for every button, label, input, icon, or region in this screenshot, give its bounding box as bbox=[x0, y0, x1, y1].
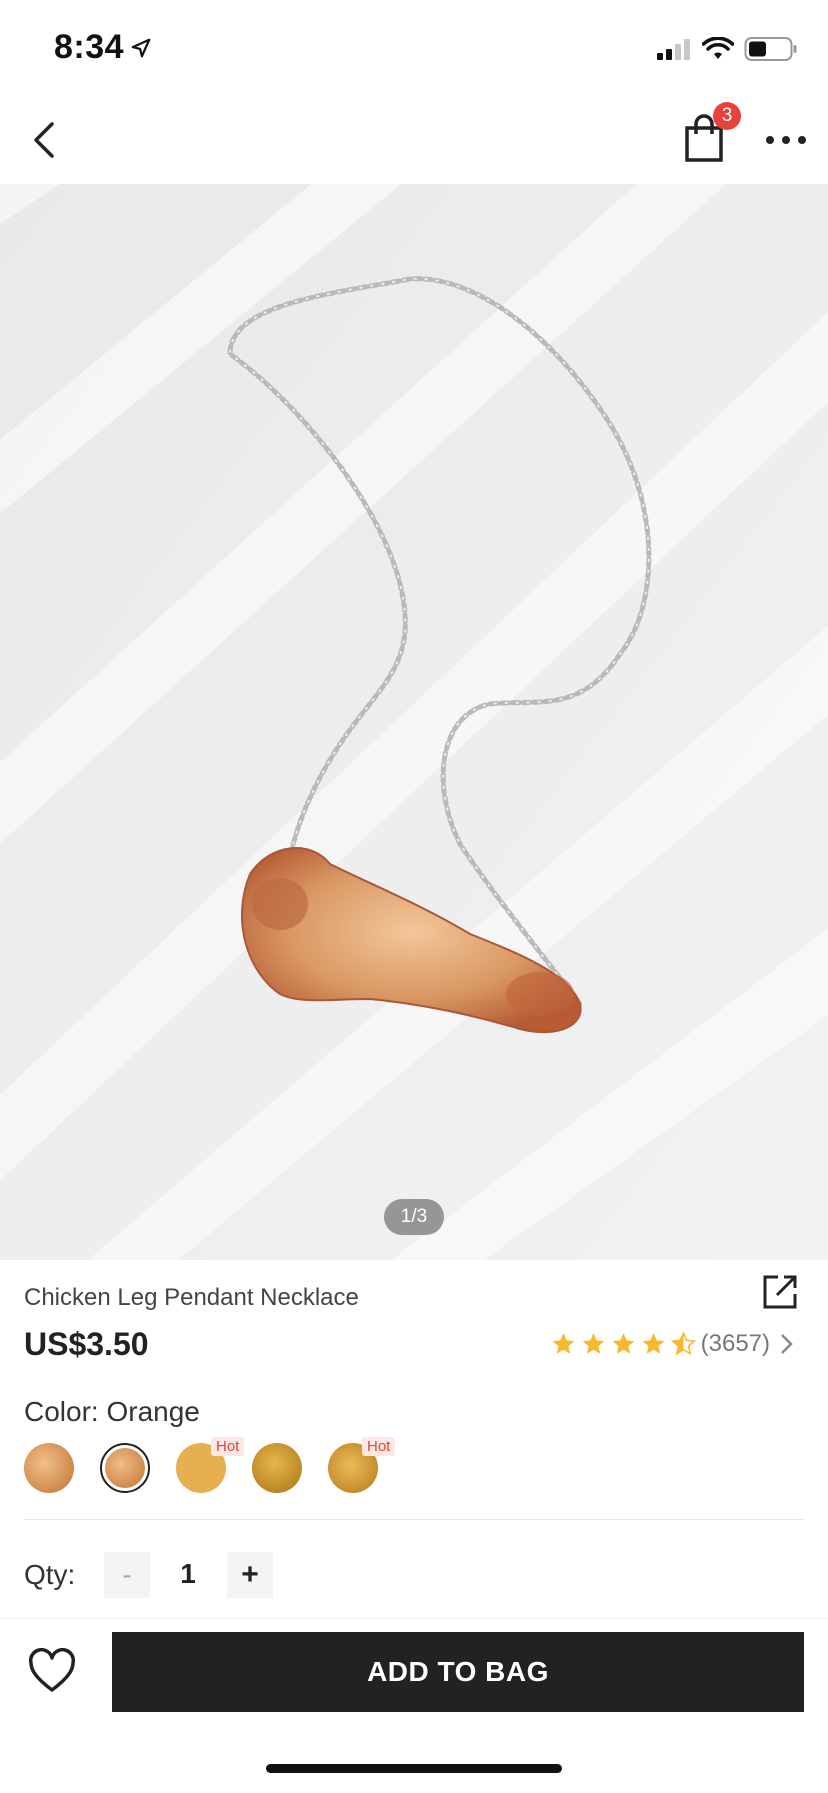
product-price: US$3.50 bbox=[24, 1326, 149, 1362]
star-icon bbox=[612, 1333, 634, 1354]
qty-value[interactable]: 1 bbox=[170, 1558, 206, 1590]
back-button[interactable] bbox=[24, 114, 64, 166]
status-time-text: 8:34 bbox=[54, 28, 125, 66]
image-pager: 1/3 bbox=[384, 1199, 444, 1235]
product-title: Chicken Leg Pendant Necklace bbox=[24, 1284, 359, 1311]
hot-badge: Hot bbox=[362, 1437, 396, 1456]
signal-icon bbox=[657, 39, 690, 60]
location-arrow-icon bbox=[131, 38, 151, 57]
color-swatch-1[interactable] bbox=[24, 1443, 74, 1493]
share-button[interactable] bbox=[760, 1272, 800, 1312]
wifi-icon bbox=[702, 37, 734, 59]
share-icon bbox=[763, 1275, 797, 1309]
qty-label: Qty: bbox=[24, 1559, 76, 1590]
review-count: (3657) bbox=[700, 1330, 770, 1357]
battery-icon bbox=[744, 37, 797, 61]
wishlist-button[interactable] bbox=[28, 1648, 76, 1696]
qty-increment-button[interactable]: + bbox=[227, 1552, 273, 1598]
color-swatch-4[interactable] bbox=[252, 1443, 302, 1493]
product-photo bbox=[0, 184, 828, 1260]
add-to-bag-button[interactable]: ADD TO BAG bbox=[112, 1632, 804, 1712]
hot-badge: Hot bbox=[211, 1437, 245, 1456]
star-icon bbox=[642, 1333, 664, 1354]
star-icon bbox=[582, 1333, 604, 1354]
status-time: 8:34 bbox=[54, 28, 152, 67]
more-button[interactable] bbox=[762, 126, 810, 154]
status-indicators bbox=[656, 36, 798, 62]
product-image[interactable] bbox=[0, 184, 828, 1260]
qty-decrement-button[interactable]: - bbox=[104, 1552, 150, 1598]
chevron-right-icon bbox=[781, 1334, 793, 1354]
divider bbox=[24, 1519, 804, 1520]
color-swatch-2-selected[interactable] bbox=[100, 1443, 150, 1493]
color-label: Color: Orange bbox=[24, 1396, 200, 1427]
heart-icon bbox=[28, 1648, 76, 1692]
star-icon bbox=[552, 1333, 574, 1354]
rating-stars bbox=[550, 1331, 697, 1357]
chevron-left-icon bbox=[34, 122, 54, 158]
home-indicator bbox=[266, 1764, 562, 1773]
rating-link[interactable]: (3657) bbox=[550, 1330, 798, 1358]
swatch-fill bbox=[105, 1448, 145, 1488]
cart-count-badge: 3 bbox=[713, 102, 741, 130]
more-dots-icon bbox=[766, 136, 806, 144]
half-star-icon bbox=[670, 1331, 696, 1356]
